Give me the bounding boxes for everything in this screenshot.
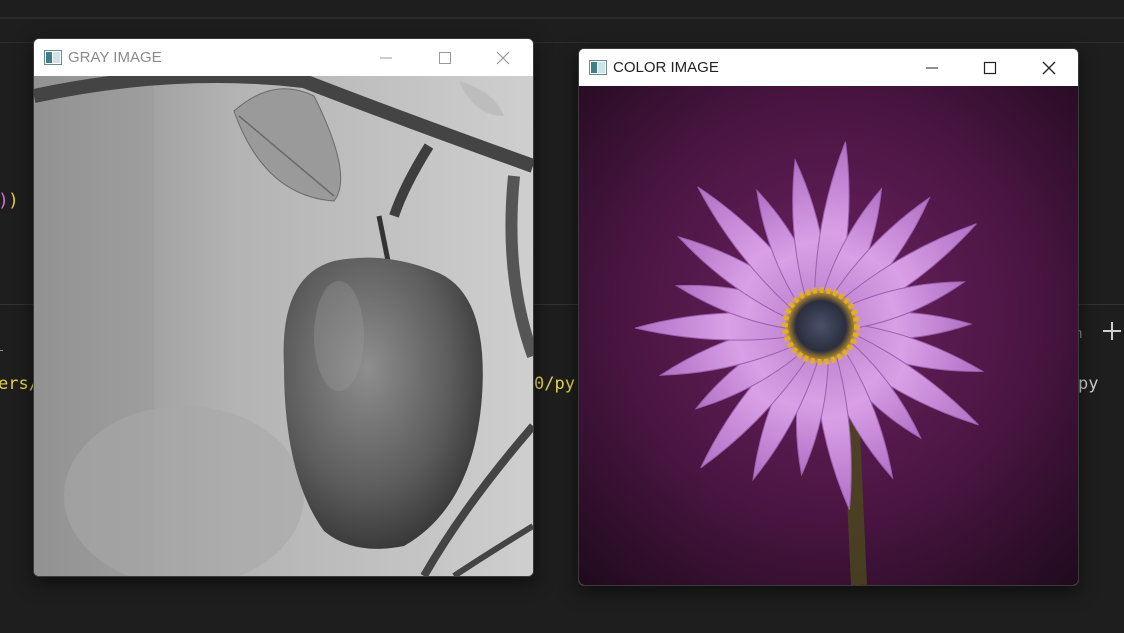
- gray-image-window[interactable]: GRAY IMAGE: [33, 38, 534, 577]
- grayscale-apple-image: [34, 76, 533, 576]
- close-button[interactable]: [1026, 49, 1072, 86]
- maximize-icon: [983, 61, 997, 75]
- app-icon: [44, 50, 62, 65]
- window-title: GRAY IMAGE: [68, 49, 162, 66]
- color-image-window[interactable]: COLOR IMAGE: [578, 48, 1079, 586]
- close-icon: [1042, 61, 1056, 75]
- plus-icon[interactable]: [1101, 320, 1123, 342]
- maximize-button[interactable]: [422, 39, 468, 76]
- purple-daisy-image: [579, 86, 1078, 585]
- minimize-button[interactable]: [363, 39, 409, 76]
- minimize-icon: [380, 57, 392, 59]
- terminal-text-right: py: [1078, 374, 1099, 394]
- divider: [0, 17, 1124, 19]
- minimize-icon: [926, 67, 938, 69]
- close-icon: [496, 51, 510, 65]
- minimize-button[interactable]: [909, 49, 955, 86]
- maximize-button[interactable]: [967, 49, 1013, 86]
- terminal-text-mid: 0/py: [534, 374, 575, 394]
- app-icon: [589, 60, 607, 75]
- close-button[interactable]: [480, 39, 526, 76]
- window-title: COLOR IMAGE: [613, 59, 719, 76]
- titlebar[interactable]: COLOR IMAGE: [579, 49, 1078, 86]
- cursor-mark: [0, 350, 3, 351]
- code-fragment-2: ): [8, 190, 19, 211]
- titlebar[interactable]: GRAY IMAGE: [34, 39, 533, 76]
- maximize-icon: [439, 52, 451, 64]
